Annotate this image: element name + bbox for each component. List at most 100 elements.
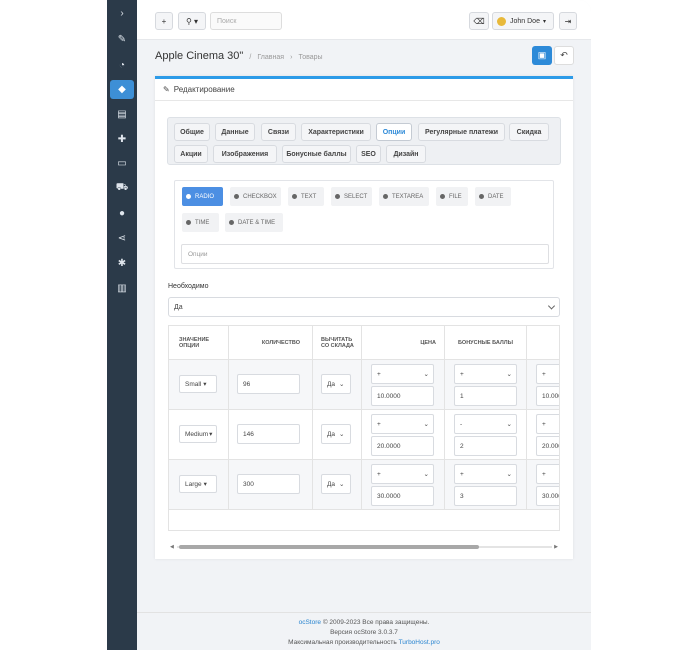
search-input[interactable]: Поиск — [210, 12, 282, 30]
breadcrumb-home[interactable]: Главная — [257, 54, 284, 61]
points-prefix-select[interactable]: + ⌄ — [454, 464, 517, 484]
tab-general[interactable]: Общие — [174, 123, 210, 141]
quantity-input[interactable]: 146 — [237, 424, 300, 444]
weight-input[interactable]: 30.0000 — [536, 486, 559, 506]
sidebar-item-customers[interactable]: ● — [110, 204, 134, 223]
chevron-down-icon: ⌄ — [339, 381, 345, 388]
tab-options[interactable]: Опции — [376, 123, 412, 141]
horizontal-scrollbar[interactable]: ◀ ▶ — [168, 543, 560, 551]
price-prefix-select[interactable]: + ⌄ — [371, 414, 434, 434]
sidebar-item-catalog[interactable]: ◆ — [110, 80, 134, 99]
save-button[interactable]: ▣ — [532, 46, 552, 65]
footer-performance: Максимальная производительность — [288, 639, 397, 646]
option-value-select[interactable]: Large ▾ — [179, 475, 217, 493]
tab-images[interactable]: Изображения — [213, 145, 277, 163]
option-time[interactable]: TIME — [182, 213, 219, 232]
points-input[interactable]: 2 — [454, 436, 517, 456]
add-button[interactable]: + — [155, 12, 173, 30]
sidebar-item-sales[interactable]: ⛟ — [110, 179, 134, 198]
sidebar: › ✎ ◔ ◆ ▤ ✚ ▭ ⛟ ● ⋖ ✱ ▥ — [107, 0, 137, 650]
sidebar-item-reports[interactable]: ▥ — [110, 279, 134, 298]
option-file[interactable]: FILE — [436, 187, 468, 206]
option-radio[interactable]: RADIO — [182, 187, 223, 206]
points-prefix-select[interactable]: + ⌄ — [454, 364, 517, 384]
points-input[interactable]: 3 — [454, 486, 517, 506]
tab-links[interactable]: Связи — [261, 123, 296, 141]
clear-cache-button[interactable]: ⌫ — [469, 12, 489, 30]
points-prefix-select[interactable]: - ⌄ — [454, 414, 517, 434]
sidebar-item-edit[interactable]: ✎ — [110, 30, 134, 49]
topbar: + ⚲ ▾ Поиск ⌫ John Doe ▾ ⇥ — [137, 0, 591, 40]
points-input[interactable]: 1 — [454, 386, 517, 406]
price-prefix-select[interactable]: + ⌄ — [371, 364, 434, 384]
subtract-select[interactable]: Да ⌄ — [321, 374, 351, 394]
sidebar-item-design[interactable]: ▭ — [110, 154, 134, 173]
minus-circle-icon — [186, 194, 191, 199]
price-prefix-select[interactable]: + ⌄ — [371, 464, 434, 484]
option-value-select[interactable]: Medium ▾ — [179, 425, 217, 443]
tab-design[interactable]: Дизайн — [386, 145, 426, 163]
weight-prefix-select[interactable]: + — [536, 364, 559, 384]
scroll-left-icon[interactable]: ◀ — [170, 544, 174, 550]
tab-recurring[interactable]: Регулярные платежи — [418, 123, 505, 141]
scroll-thumb[interactable] — [179, 545, 479, 549]
user-menu-button[interactable]: John Doe ▾ — [492, 12, 554, 30]
minus-circle-icon — [186, 220, 191, 225]
subtract-select[interactable]: Да ⌄ — [321, 424, 351, 444]
scroll-right-icon[interactable]: ▶ — [554, 544, 558, 550]
option-textarea[interactable]: TEXTAREA — [379, 187, 429, 206]
weight-prefix-select[interactable]: + — [536, 414, 559, 434]
tab-reward-points[interactable]: Бонусные баллы — [282, 145, 351, 163]
sidebar-item-content[interactable]: ▤ — [110, 105, 134, 124]
sidebar-item-system[interactable]: ✱ — [110, 254, 134, 273]
footer-brand-link[interactable]: ocStore — [299, 619, 321, 626]
sidebar-toggle-button[interactable]: › — [110, 4, 134, 23]
footer-host-link[interactable]: TurboHost.pro — [399, 639, 440, 646]
sidebar-item-dashboard[interactable]: ◔ — [110, 56, 134, 75]
page-header: Apple Cinema 30" / Главная › Товары — [155, 50, 323, 62]
chevron-down-icon: ⌄ — [339, 481, 345, 488]
option-value-select[interactable]: Small ▾ — [179, 375, 217, 393]
price-input[interactable]: 10.0000 — [371, 386, 434, 406]
option-text[interactable]: TEXT — [288, 187, 324, 206]
option-datetime[interactable]: DATE & TIME — [225, 213, 283, 232]
edit-panel: ✎ Редактирование Общие Данные Связи Хара… — [155, 76, 573, 559]
gear-icon: ✱ — [117, 258, 127, 269]
logout-button[interactable]: ⇥ — [559, 12, 577, 30]
weight-input[interactable]: 10.0000 — [536, 386, 559, 406]
chevron-down-icon: ⌄ — [423, 371, 429, 378]
tab-attributes[interactable]: Характеристики — [301, 123, 371, 141]
subtract-select[interactable]: Да ⌄ — [321, 474, 351, 494]
back-button[interactable]: ↶ — [554, 46, 574, 65]
option-date[interactable]: DATE — [475, 187, 511, 206]
chart-icon: ▥ — [117, 283, 127, 294]
sidebar-item-marketing[interactable]: ⋖ — [110, 229, 134, 248]
breadcrumb-products[interactable]: Товары — [299, 54, 323, 61]
minus-circle-icon — [292, 194, 297, 199]
tab-seo[interactable]: SEO — [356, 145, 381, 163]
weight-input[interactable]: 20.0000 — [536, 436, 559, 456]
required-select[interactable]: Да — [168, 297, 560, 317]
options-input[interactable]: Опции — [181, 244, 549, 264]
table-row: Large▾ 300 Да⌄ +⌄ 30.0000 +⌄ 3 + 30.0000 — [169, 460, 559, 510]
option-checkbox[interactable]: CHECKBOX — [230, 187, 281, 206]
quantity-input[interactable]: 96 — [237, 374, 300, 394]
footer: ocStore © 2009-2023 Все права защищены. … — [137, 612, 591, 650]
price-input[interactable]: 20.0000 — [371, 436, 434, 456]
option-values-table: ЗНАЧЕНИЕ ОПЦИИ КОЛИЧЕСТВО ВЫЧИТАТЬ СО СК… — [168, 325, 560, 531]
tab-discount[interactable]: Скидка — [509, 123, 549, 141]
option-select[interactable]: SELECT — [331, 187, 372, 206]
search-icon: ⚲ — [185, 16, 192, 26]
quantity-input[interactable]: 300 — [237, 474, 300, 494]
tab-special[interactable]: Акции — [174, 145, 208, 163]
dashboard-icon: ◔ — [118, 60, 126, 71]
sidebar-item-extensions[interactable]: ✚ — [110, 130, 134, 149]
chevron-down-icon — [547, 302, 556, 310]
tab-data[interactable]: Данные — [215, 123, 255, 141]
column-header-quantity: КОЛИЧЕСТВО — [229, 326, 313, 360]
price-input[interactable]: 30.0000 — [371, 486, 434, 506]
avatar — [497, 16, 506, 26]
search-filter-button[interactable]: ⚲ ▾ — [178, 12, 206, 30]
chevron-down-icon: ⌄ — [423, 421, 429, 428]
weight-prefix-select[interactable]: + — [536, 464, 559, 484]
